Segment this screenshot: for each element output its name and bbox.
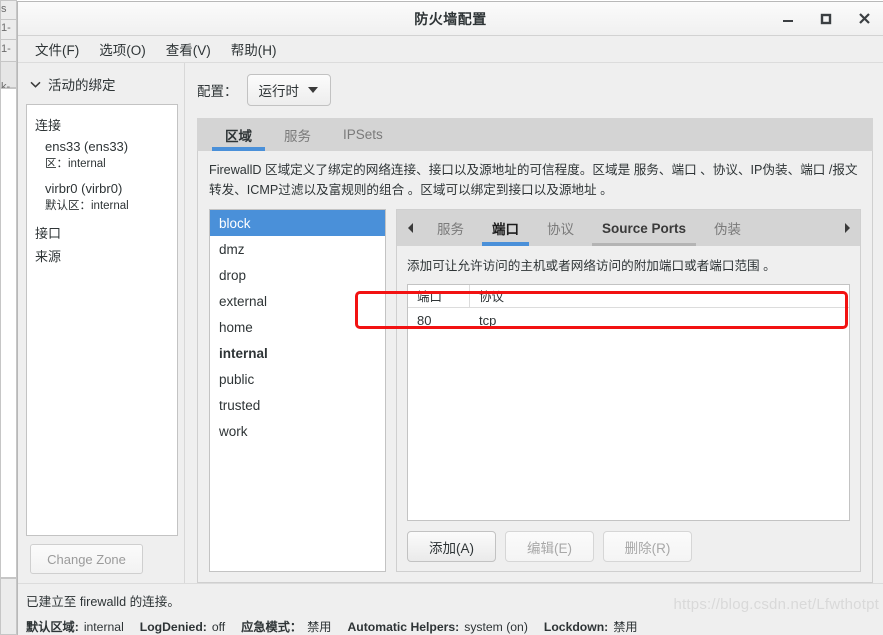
zone-split: block dmz drop external home internal pu… bbox=[209, 209, 861, 572]
cell-port: 80 bbox=[417, 313, 432, 329]
connection-zone-sep: ： bbox=[56, 157, 69, 170]
connection-item-ens33[interactable]: ens33 (ens33) 区：internal bbox=[45, 138, 169, 172]
zone-list-item-home[interactable]: home bbox=[210, 314, 385, 340]
sub-tab-services[interactable]: 服务 bbox=[423, 210, 478, 246]
background-fragment-text-1: s bbox=[1, 3, 7, 15]
bindings-group-connections[interactable]: 连接 bbox=[35, 115, 169, 134]
ports-panel: 添加可让允许访问的主机或者网络访问的附加端口或者端口范围 。 端口 协议 80 bbox=[397, 246, 860, 571]
window-controls bbox=[777, 8, 875, 30]
column-header-port[interactable]: 端口 bbox=[408, 284, 470, 307]
active-bindings-label: 活动的绑定 bbox=[48, 78, 116, 93]
main-panel: 配置： 运行时 区域 服务 IPSets FirewallD 区域定义了绑定的网… bbox=[185, 63, 883, 583]
menu-bar: 文件(F) 选项(O) 查看(V) 帮助(H) bbox=[18, 36, 883, 63]
status-value-automatic-helpers: system (on) bbox=[464, 620, 528, 634]
status-value-default-zone: internal bbox=[83, 620, 124, 634]
menu-item-view[interactable]: 查看(V) bbox=[157, 36, 220, 62]
connection-zone-line: 默认区：internal bbox=[45, 199, 169, 215]
background-fragment-text-2: 1- bbox=[1, 22, 11, 34]
status-key-automatic-helpers: Automatic Helpers: bbox=[347, 620, 460, 634]
connection-zone-label: 默认区 bbox=[45, 200, 80, 213]
connection-zone-value: internal bbox=[68, 157, 106, 170]
status-key-panic-mode: 应急模式： bbox=[241, 620, 303, 634]
connection-zone-value: internal bbox=[91, 200, 129, 213]
chevron-left-icon[interactable] bbox=[397, 210, 423, 246]
zone-list-item-work[interactable]: work bbox=[210, 418, 385, 444]
menu-item-options[interactable]: 选项(O) bbox=[90, 36, 155, 62]
tab-ipsets[interactable]: IPSets bbox=[327, 118, 399, 151]
zone-list-item-trusted[interactable]: trusted bbox=[210, 392, 385, 418]
connection-zone-line: 区：internal bbox=[45, 157, 169, 173]
status-connection-message: 已建立至 firewalld 的连接。 bbox=[26, 595, 180, 609]
chevron-right-icon[interactable] bbox=[834, 210, 860, 246]
background-fragment-text-3: 1- bbox=[1, 43, 11, 55]
chevron-down-icon bbox=[30, 81, 41, 88]
tab-services[interactable]: 服务 bbox=[268, 118, 327, 151]
tab-zones[interactable]: 区域 bbox=[209, 118, 268, 151]
status-key-logdenied: LogDenied: bbox=[139, 620, 207, 634]
sub-tab-masquerade[interactable]: 伪装 bbox=[700, 210, 755, 246]
edit-button[interactable]: 编辑(E) bbox=[505, 531, 594, 562]
zone-detail-panel: 服务 端口 协议 Source Ports 伪装 添加可让允许访问的主机或者网络… bbox=[396, 209, 861, 572]
cell-protocol: tcp bbox=[479, 313, 497, 329]
minimize-icon[interactable] bbox=[777, 8, 799, 30]
configuration-label: 配置： bbox=[197, 84, 238, 99]
sub-tab-protocols[interactable]: 协议 bbox=[533, 210, 588, 246]
main-tab-strip: 区域 服务 IPSets bbox=[197, 118, 873, 151]
zone-list-item-public[interactable]: public bbox=[210, 366, 385, 392]
change-zone-button[interactable]: Change Zone bbox=[30, 544, 143, 574]
screen-root: s 1- 1- k- 防火墙配置 文件(F) 选项(O) 查看(V) 帮助(H)… bbox=[0, 0, 883, 635]
connection-zone-sep: ： bbox=[79, 200, 92, 213]
menu-item-file[interactable]: 文件(F) bbox=[26, 36, 88, 62]
menu-item-help[interactable]: 帮助(H) bbox=[222, 36, 286, 62]
connection-name: ens33 (ens33) bbox=[45, 139, 129, 154]
zone-list-item-block[interactable]: block bbox=[210, 210, 385, 237]
configuration-select-value: 运行时 bbox=[258, 84, 300, 99]
status-bar: 已建立至 firewalld 的连接。 默认区域: internal LogDe… bbox=[18, 583, 883, 635]
ports-description: 添加可让允许访问的主机或者网络访问的附加端口或者端口范围 。 bbox=[407, 259, 776, 274]
status-value-panic-mode: 禁用 bbox=[307, 620, 332, 634]
background-window-fragment-bottom bbox=[0, 578, 17, 635]
ports-table-header: 端口 协议 bbox=[408, 284, 849, 308]
maximize-icon[interactable] bbox=[815, 8, 837, 30]
main-notebook: 区域 服务 IPSets FirewallD 区域定义了绑定的网络连接、接口以及… bbox=[197, 118, 873, 583]
bindings-group-interfaces[interactable]: 接口 bbox=[35, 223, 169, 242]
firewall-config-window: 防火墙配置 文件(F) 选项(O) 查看(V) 帮助(H) 活动的绑定 连接 e… bbox=[17, 1, 883, 635]
status-key-default-zone: 默认区域: bbox=[26, 620, 79, 634]
delete-button[interactable]: 删除(R) bbox=[603, 531, 692, 562]
active-bindings-sidebar: 活动的绑定 连接 ens33 (ens33) 区：internal virbr0… bbox=[18, 63, 185, 583]
bindings-group-sources[interactable]: 来源 bbox=[35, 246, 169, 265]
zone-list[interactable]: block dmz drop external home internal pu… bbox=[209, 209, 386, 572]
background-window-fragment-5 bbox=[0, 88, 17, 578]
active-bindings-header[interactable]: 活动的绑定 bbox=[26, 72, 178, 104]
ports-table[interactable]: 端口 协议 80 tcp bbox=[407, 283, 850, 521]
zone-list-item-dmz[interactable]: dmz bbox=[210, 236, 385, 262]
zone-list-item-external[interactable]: external bbox=[210, 288, 385, 314]
sub-tab-ports[interactable]: 端口 bbox=[478, 210, 533, 247]
zones-page: FirewallD 区域定义了绑定的网络连接、接口以及源地址的可信程度。区域是 … bbox=[197, 151, 873, 583]
close-icon[interactable] bbox=[853, 8, 875, 30]
column-header-protocol[interactable]: 协议 bbox=[470, 285, 849, 307]
add-button[interactable]: 添加(A) bbox=[407, 531, 496, 562]
zone-list-item-internal[interactable]: internal bbox=[210, 340, 385, 366]
sub-tab-source-ports[interactable]: Source Ports bbox=[588, 210, 700, 247]
zone-list-item-drop[interactable]: drop bbox=[210, 262, 385, 288]
connection-zone-label: 区 bbox=[45, 157, 57, 170]
title-bar: 防火墙配置 bbox=[18, 2, 883, 36]
connection-name: virbr0 (virbr0) bbox=[45, 181, 123, 197]
configuration-row: 配置： 运行时 bbox=[197, 74, 873, 106]
status-value-lockdown: 禁用 bbox=[613, 620, 638, 634]
zone-description: FirewallD 区域定义了绑定的网络连接、接口以及源地址的可信程度。区域是 … bbox=[209, 163, 858, 197]
window-body: 活动的绑定 连接 ens33 (ens33) 区：internal virbr0… bbox=[18, 63, 883, 583]
status-value-logdenied: off bbox=[211, 620, 226, 634]
status-key-lockdown: Lockdown: bbox=[543, 620, 609, 634]
connection-item-virbr0[interactable]: virbr0 (virbr0) 默认区：internal bbox=[45, 180, 169, 214]
status-fields: 默认区域: internal LogDenied: off 应急模式： 禁用 A… bbox=[26, 617, 883, 635]
bindings-list[interactable]: 连接 ens33 (ens33) 区：internal virbr0 (virb… bbox=[26, 104, 178, 536]
table-row[interactable]: 80 tcp bbox=[408, 308, 849, 334]
configuration-select[interactable]: 运行时 bbox=[246, 74, 331, 106]
ports-action-buttons: 添加(A) 编辑(E) 删除(R) bbox=[407, 521, 850, 562]
zone-sub-tab-strip: 服务 端口 协议 Source Ports 伪装 bbox=[397, 210, 860, 247]
chevron-down-icon bbox=[308, 87, 318, 93]
window-title: 防火墙配置 bbox=[414, 10, 487, 27]
